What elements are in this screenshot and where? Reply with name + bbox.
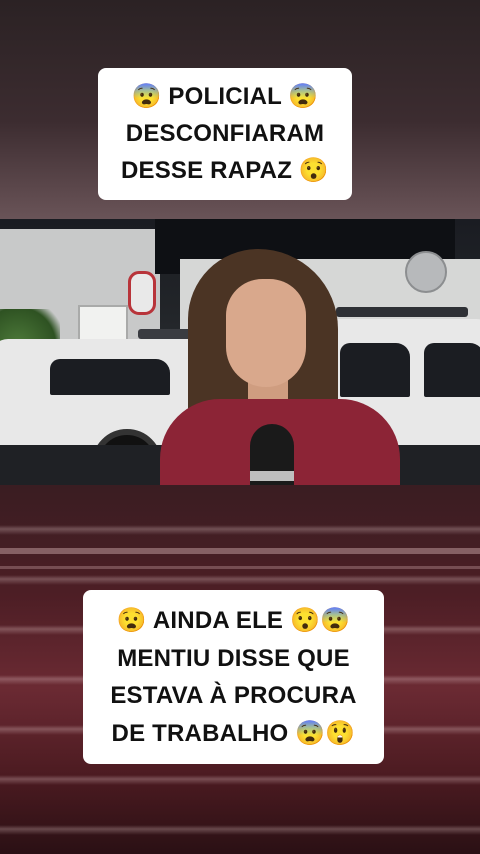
caption-line: 😧 AINDA ELE 😯😨 [116, 607, 351, 634]
top-caption-card: 😨 POLICIAL 😨 DESCONFIARAM DESSE RAPAZ 😯 [98, 68, 352, 200]
caption-line: MENTIU DISSE QUE [117, 644, 350, 672]
caption-line: DESSE RAPAZ 😯 [120, 157, 330, 184]
satellite-dish [405, 251, 447, 293]
bottom-caption-card: 😧 AINDA ELE 😯😨 MENTIU DISSE QUE ESTAVA À… [83, 590, 384, 764]
light-streak [0, 566, 480, 569]
microphone-band [250, 471, 294, 481]
caption-line: 😨 POLICIAL 😨 [131, 83, 319, 110]
police-lightbar [336, 307, 468, 317]
video-frame[interactable] [0, 219, 480, 485]
car-window [340, 343, 410, 397]
station-sign [128, 271, 156, 315]
caption-line: ESTAVA À PROCURA [110, 682, 357, 709]
caption-line: DE TRABALHO 😨😲 [111, 719, 356, 747]
car-window [50, 359, 170, 395]
car-window [424, 343, 480, 397]
reporter-face [226, 279, 306, 387]
caption-line: DESCONFIARAM [125, 120, 325, 147]
light-streak [0, 548, 480, 554]
building-window [78, 305, 128, 341]
